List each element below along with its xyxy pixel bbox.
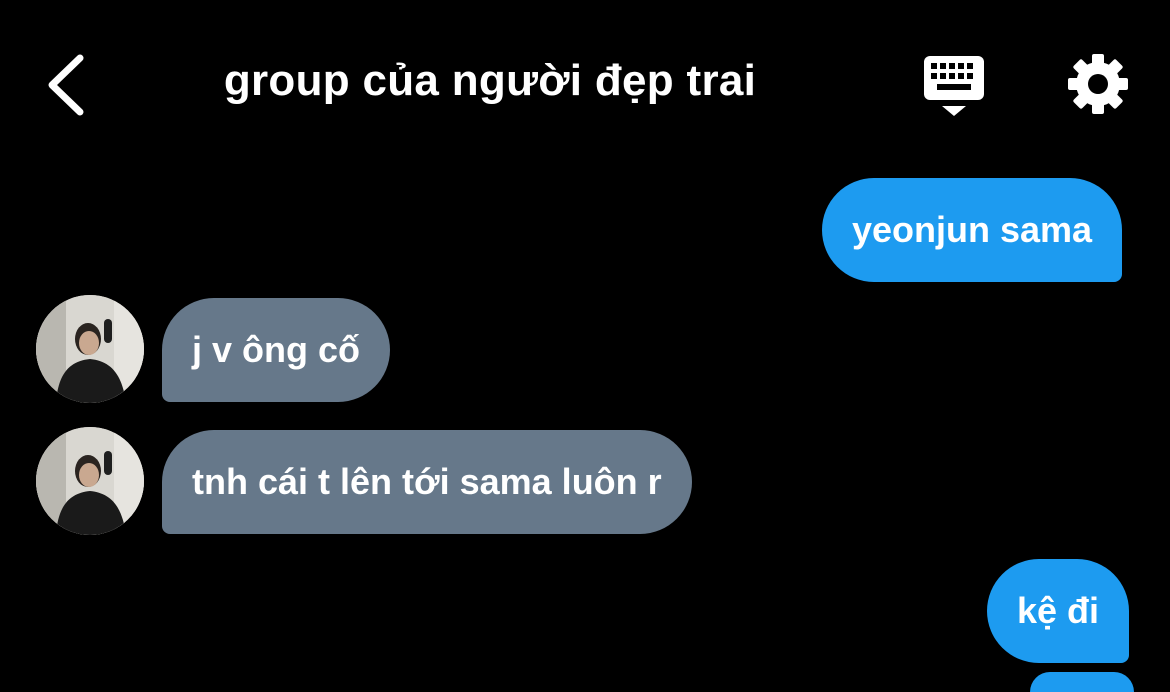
message-bubble-incoming[interactable]: j v ông cố — [162, 298, 391, 402]
user-avatar-photo — [36, 427, 144, 535]
avatar[interactable] — [36, 295, 144, 403]
user-avatar-photo — [36, 295, 144, 403]
message-text: yeonjun sama — [852, 209, 1093, 250]
chat-title: group của người đẹp trai — [223, 56, 757, 105]
settings-button[interactable] — [1066, 52, 1130, 116]
message-bubble-outgoing[interactable]: yeonjun sama — [822, 178, 1123, 282]
avatar[interactable] — [36, 427, 144, 535]
message-bubble-incoming[interactable]: tnh cái t lên tới sama luôn r — [162, 430, 692, 534]
message-text: tnh cái t lên tới sama luôn r — [192, 461, 662, 502]
message-text: j v ông cố — [192, 329, 361, 370]
gear-icon — [1068, 54, 1128, 114]
message-bubble-outgoing[interactable]: kệ đi — [987, 559, 1130, 663]
keyboard-button[interactable] — [920, 54, 988, 118]
keyboard-icon — [924, 56, 984, 116]
message-text: kệ đi — [1017, 590, 1100, 631]
message-bubble-partial — [1030, 672, 1134, 692]
chat-header: group của người đẹp trai — [0, 0, 1170, 170]
